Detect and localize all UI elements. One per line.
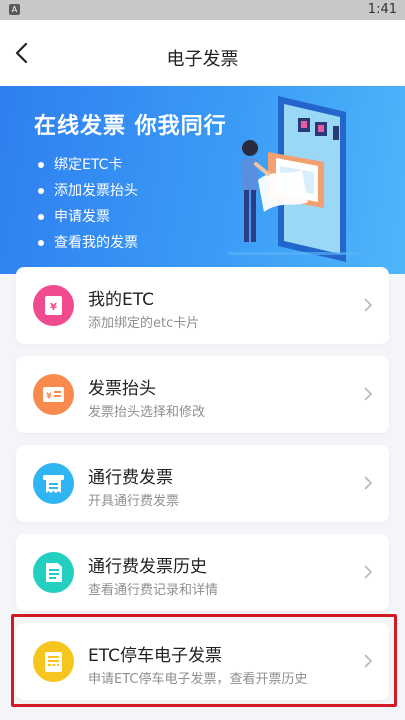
menu-item-title: ETC停车电子发票 — [88, 646, 222, 666]
status-time: 1:41 — [367, 2, 397, 17]
menu-item-title: 通行费发票 — [88, 468, 173, 488]
menu-item-title: 我的ETC — [88, 290, 154, 310]
banner-feature-list: 绑定ETC卡 添加发票抬头 申请发票 查看我的发票 — [38, 152, 138, 256]
yen-card-icon: ¥ — [33, 285, 74, 326]
menu-item-subtitle: 添加绑定的etc卡片 — [88, 316, 200, 331]
chevron-right-icon — [364, 298, 373, 312]
chevron-right-icon — [364, 654, 373, 668]
svg-text:¥: ¥ — [46, 392, 52, 401]
chevron-right-icon — [364, 565, 373, 579]
nav-bar: 电子发票 — [0, 20, 405, 86]
menu-item-toll-invoice-history[interactable]: 通行费发票历史 查看通行费记录和详情 — [16, 534, 389, 611]
menu-item-subtitle: 发票抬头选择和修改 — [88, 405, 206, 420]
chevron-right-icon — [364, 387, 373, 401]
receipt-icon — [33, 463, 74, 504]
history-document-icon — [33, 552, 74, 593]
app-notification-icon: A — [9, 4, 20, 15]
banner-title: 在线发票 你我同行 — [34, 114, 227, 139]
parking-invoice-icon — [33, 641, 74, 682]
menu-item-subtitle: 申请ETC停车电子发票，查看开票历史 — [88, 672, 308, 687]
banner-illustration — [228, 96, 358, 262]
chevron-right-icon — [364, 476, 373, 490]
banner-feature-item: 申请发票 — [38, 204, 138, 230]
menu-item-title: 通行费发票历史 — [88, 557, 207, 577]
menu-item-subtitle: 开具通行费发票 — [88, 494, 180, 509]
invoice-title-icon: ¥ — [33, 374, 74, 415]
menu-item-invoice-title[interactable]: ¥ 发票抬头 发票抬头选择和修改 — [16, 356, 389, 433]
svg-text:¥: ¥ — [50, 302, 57, 313]
menu-item-my-etc[interactable]: ¥ 我的ETC 添加绑定的etc卡片 — [16, 267, 389, 344]
page-title: 电子发票 — [166, 49, 239, 70]
menu-item-etc-parking-invoice[interactable]: ETC停车电子发票 申请ETC停车电子发票，查看开票历史 — [16, 623, 389, 700]
banner-feature-item: 添加发票抬头 — [38, 178, 138, 204]
menu-item-title: 发票抬头 — [88, 379, 156, 399]
status-bar: A 1:41 — [0, 0, 405, 20]
menu-item-subtitle: 查看通行费记录和详情 — [88, 583, 219, 598]
promo-banner: 在线发票 你我同行 绑定ETC卡 添加发票抬头 申请发票 查看我的发票 — [0, 86, 405, 274]
menu-item-toll-invoice[interactable]: 通行费发票 开具通行费发票 — [16, 445, 389, 522]
banner-feature-item: 绑定ETC卡 — [38, 152, 138, 178]
banner-feature-item: 查看我的发票 — [38, 230, 138, 256]
